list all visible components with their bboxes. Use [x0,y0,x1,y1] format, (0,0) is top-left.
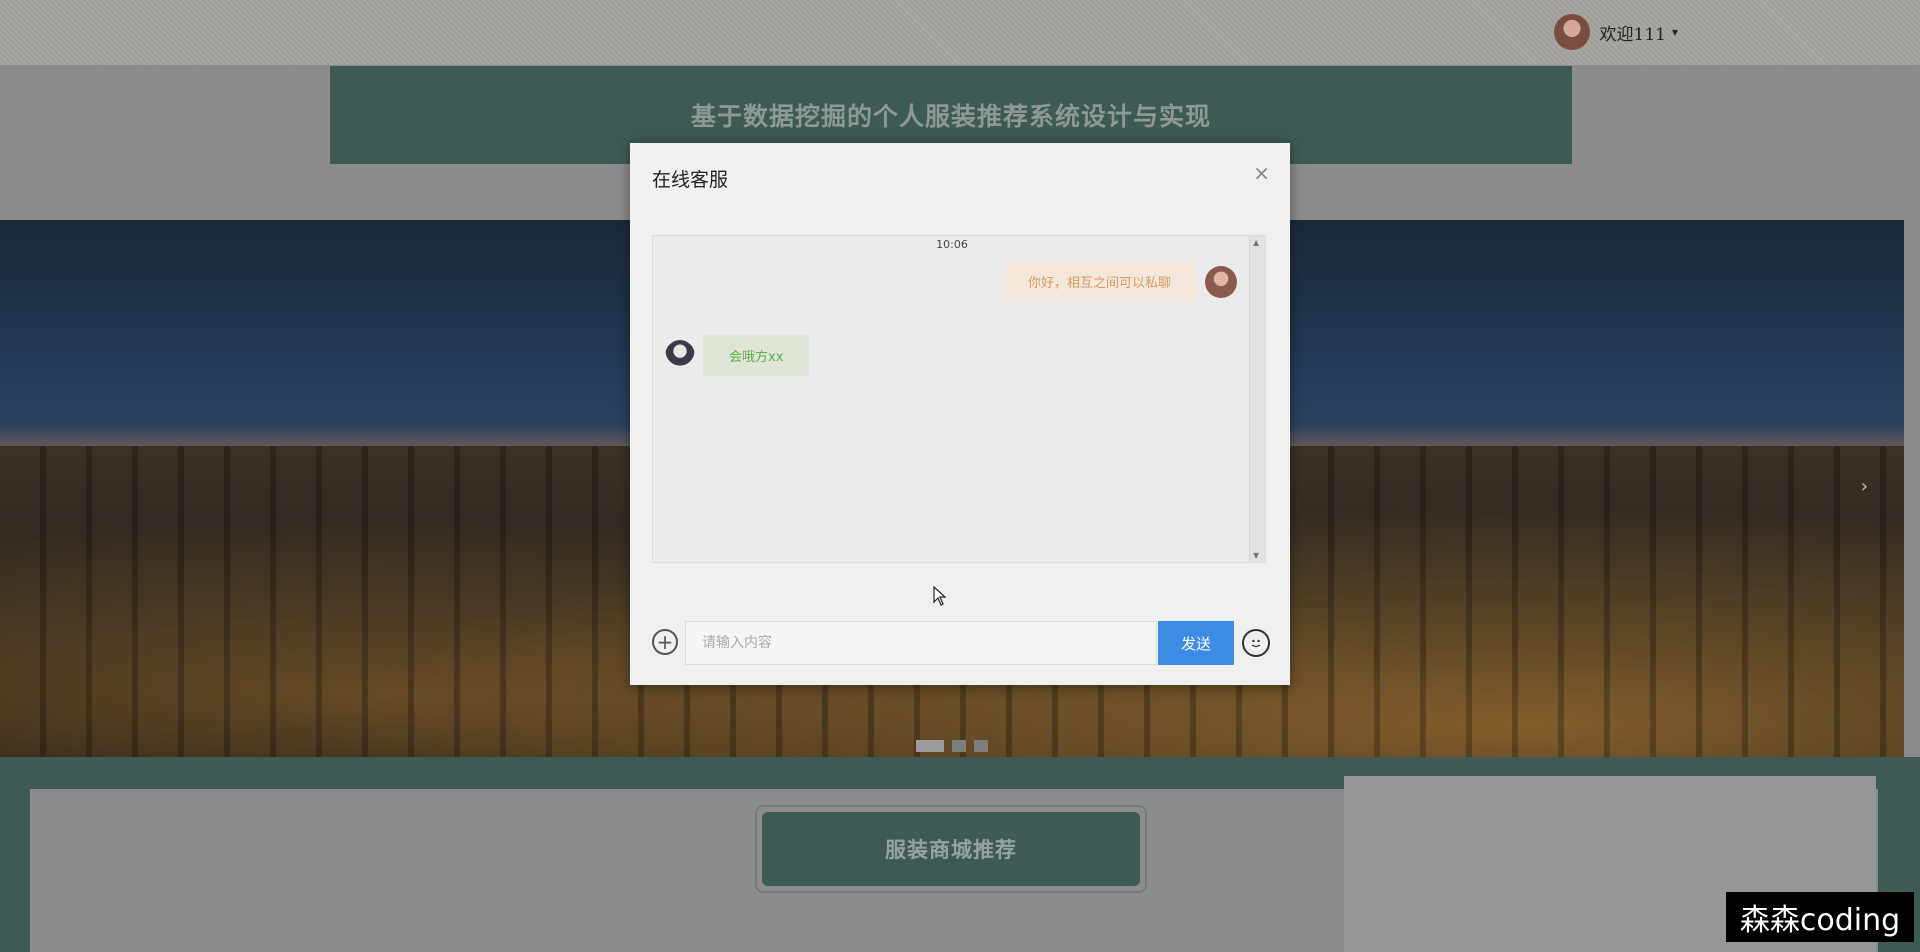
chat-timestamp: 10:06 [936,238,968,251]
mouse-cursor-icon [933,586,947,606]
user-menu[interactable]: 欢迎111 ▾ [1553,14,1678,50]
chat-scrollbar[interactable]: ▲ ▼ [1249,236,1265,562]
close-icon[interactable]: × [1253,161,1270,185]
chat-history[interactable]: 10:06 你好，相互之间可以私聊 会哦方xx ▲ ▼ [652,235,1266,606]
section-title-frame: 服装商城推荐 [755,805,1147,893]
scroll-down-icon[interactable]: ▼ [1253,551,1259,560]
add-attachment-icon[interactable]: + [652,629,678,655]
message-outgoing: 你好，相互之间可以私聊 [1001,262,1237,301]
carousel-dot-2[interactable] [952,740,966,752]
message-composer: + 发送 [652,621,1272,665]
avatar [1205,265,1237,298]
message-bubble: 你好，相互之间可以私聊 [1001,262,1197,301]
welcome-text[interactable]: 欢迎111 [1600,20,1666,45]
message-incoming: 会哦方xx [665,335,810,376]
caret-down-icon[interactable]: ▾ [1672,25,1678,39]
carousel-indicators [916,740,988,752]
carousel-next-arrow[interactable]: › [1861,476,1868,497]
modal-title: 在线客服 [652,169,729,191]
carousel-dot-3[interactable] [974,740,988,752]
avatar[interactable] [1553,14,1590,50]
send-button[interactable]: 发送 [1158,621,1234,665]
site-title: 基于数据挖掘的个人服装推荐系统设计与实现 [690,102,1211,131]
chat-modal: 在线客服 × 10:06 你好，相互之间可以私聊 会哦方xx ▲ ▼ + 发送 [630,143,1290,685]
carousel-dot-1[interactable] [916,740,944,752]
emoji-icon[interactable] [1242,629,1270,657]
section-title: 服装商城推荐 [762,812,1140,886]
message-bubble: 会哦方xx [703,335,810,376]
message-input[interactable] [685,621,1157,665]
watermark: 森森coding [1726,892,1914,942]
scroll-up-icon[interactable]: ▲ [1253,238,1259,247]
avatar [665,339,695,372]
